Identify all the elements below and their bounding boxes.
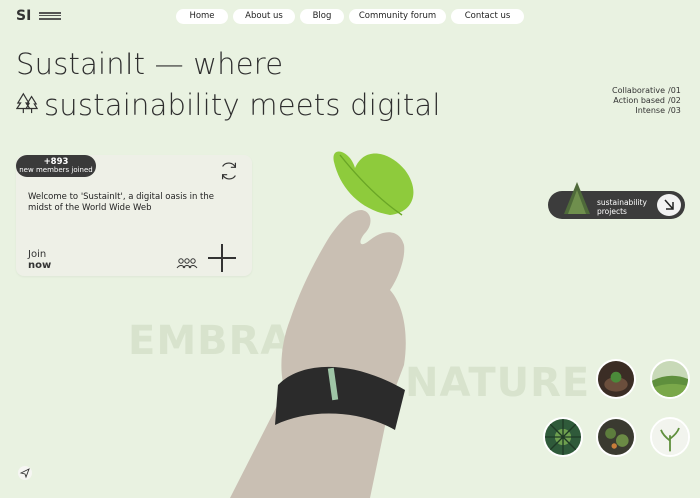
hands-holding-plant-thumbnail[interactable] — [596, 359, 636, 399]
forest-floor-thumbnail[interactable] — [596, 417, 636, 457]
stat-number: /02 — [668, 96, 681, 105]
stat-number: /03 — [668, 106, 681, 115]
members-count: +893 — [43, 157, 69, 167]
menu-icon[interactable] — [39, 12, 61, 20]
nav-home[interactable]: Home — [176, 9, 228, 24]
hero-title-line1: SustainIt — where — [16, 47, 284, 81]
projects-label-line2: projects — [597, 207, 627, 216]
tree-icon — [16, 92, 38, 114]
tree-canopy-thumbnail[interactable] — [543, 417, 583, 457]
now-label: now — [28, 260, 52, 271]
stat-row: Action based/02 — [612, 96, 684, 106]
members-text: new members joined — [19, 166, 93, 174]
send-icon[interactable] — [18, 466, 32, 480]
stat-label: Action based — [613, 96, 665, 105]
stat-number: /01 — [668, 86, 681, 95]
nav-community-forum[interactable]: Community forum — [349, 9, 446, 24]
nav-blog[interactable]: Blog — [300, 9, 344, 24]
stats-list: Collaborative/01 Action based/02 Intense… — [612, 86, 684, 116]
nav-about-us[interactable]: About us — [233, 9, 295, 24]
stat-label: Intense — [635, 106, 665, 115]
nav-contact-us[interactable]: Contact us — [451, 9, 524, 24]
join-now-link[interactable]: Join now — [28, 249, 51, 271]
join-label: Join — [28, 249, 47, 260]
sustainability-projects-label: sustainability projects — [597, 198, 647, 216]
stat-row: Collaborative/01 — [612, 86, 684, 96]
seedling-thumbnail[interactable] — [650, 417, 690, 457]
hand-holding-leaf-image — [230, 151, 414, 498]
green-hills-thumbnail[interactable] — [650, 359, 690, 399]
arrow-down-right-icon[interactable] — [657, 194, 681, 216]
projects-label-line1: sustainability — [597, 198, 647, 207]
forest-thumbnail — [564, 182, 590, 214]
logo[interactable]: SI — [16, 8, 31, 24]
hero-title-line2: sustainability meets digital — [44, 88, 441, 122]
stat-row: Intense/03 — [612, 106, 684, 116]
stat-label: Collaborative — [611, 86, 665, 95]
members-badge: +893 new members joined — [16, 155, 96, 177]
